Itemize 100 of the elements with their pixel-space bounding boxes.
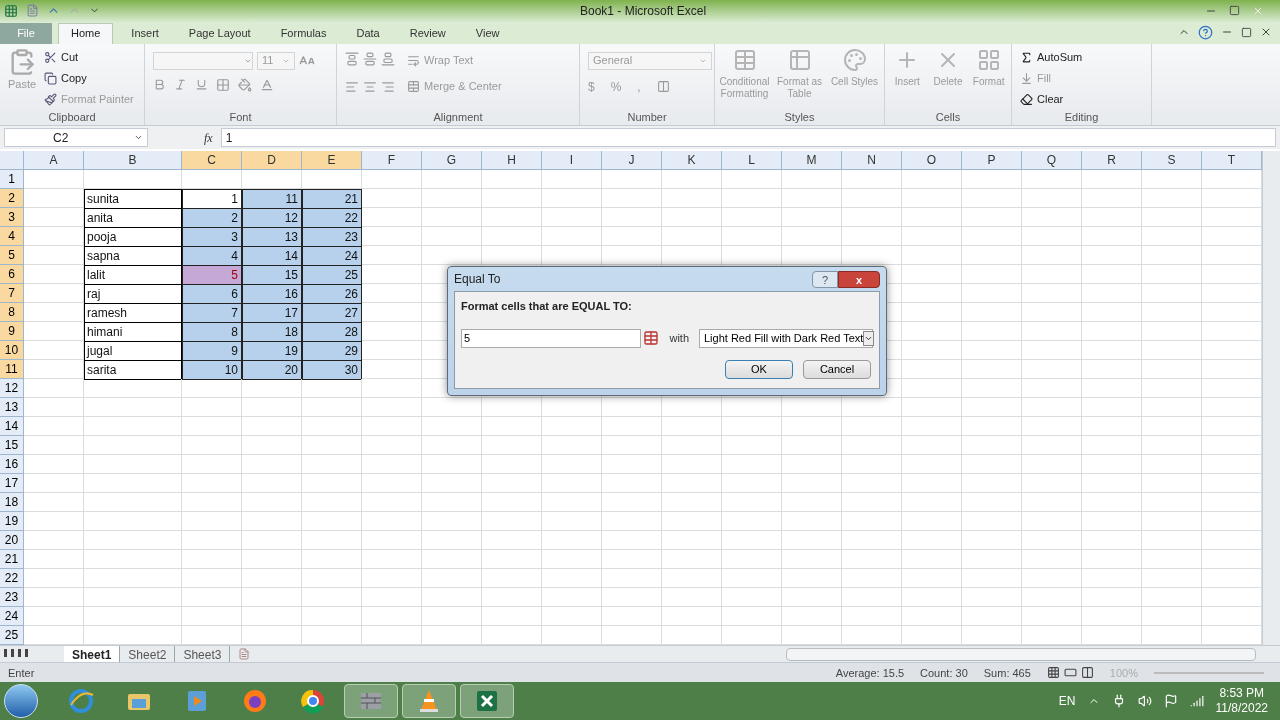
table-cell: 21	[302, 189, 362, 210]
column-header[interactable]: P	[962, 151, 1022, 171]
group-label: Cells	[934, 109, 962, 125]
group-label: Alignment	[432, 109, 484, 125]
table-cell: sarita	[84, 360, 182, 381]
row-header[interactable]: 4	[0, 227, 24, 247]
column-header[interactable]: B	[84, 151, 182, 171]
column-header[interactable]: H	[482, 151, 542, 171]
table-cell: 9	[182, 341, 242, 362]
row-header[interactable]: 25	[0, 626, 24, 646]
ribbon-tab[interactable]: Formulas	[268, 22, 339, 44]
window-title: Book1 - Microsoft Excel	[580, 2, 707, 20]
column-header[interactable]: K	[662, 151, 722, 171]
row-header[interactable]: 13	[0, 398, 24, 418]
column-header[interactable]: E	[302, 151, 362, 171]
table-cell: 18	[242, 322, 302, 343]
sheet-tab[interactable]: Sheet1	[64, 646, 121, 663]
column-header[interactable]: R	[1082, 151, 1142, 171]
close-button[interactable]: x	[838, 270, 880, 288]
ribbon-tab[interactable]: Page Layout	[176, 22, 263, 44]
table-cell: 14	[242, 246, 302, 267]
row-header[interactable]: 8	[0, 303, 24, 323]
value-field[interactable]: 5	[461, 328, 642, 348]
table-cell: 28	[302, 322, 362, 343]
table-cell: pooja	[84, 227, 182, 248]
table-cell: 24	[302, 246, 362, 267]
table-cell: 3	[182, 227, 242, 248]
column-header[interactable]: F	[362, 151, 422, 171]
table-cell: anita	[84, 208, 182, 229]
group-label: Clipboard	[47, 109, 97, 125]
formula-field[interactable]: 1	[220, 128, 1276, 148]
row-header[interactable]: 22	[0, 569, 24, 589]
row-header[interactable]: 11	[0, 360, 24, 380]
row-header[interactable]: 14	[0, 417, 24, 437]
row-header[interactable]: 1	[0, 170, 24, 190]
ribbon-tab[interactable]: Home	[58, 22, 114, 44]
column-header[interactable]: G	[422, 151, 482, 171]
clipboard-button[interactable]: Copy	[44, 68, 134, 88]
table-cell: sunita	[84, 189, 182, 210]
row-header[interactable]: 7	[0, 284, 24, 304]
name-box[interactable]: C2	[4, 128, 148, 148]
row-header[interactable]: 23	[0, 588, 24, 608]
column-header[interactable]: L	[722, 151, 782, 171]
language-indicator[interactable]: EN	[1058, 692, 1076, 711]
table-cell: 2	[182, 208, 242, 229]
column-header[interactable]: S	[1142, 151, 1202, 171]
ribbon-tab[interactable]: Insert	[119, 22, 171, 44]
ribbon-tab[interactable]: Data	[344, 22, 392, 44]
ribbon-tab[interactable]: View	[463, 22, 512, 44]
column-header[interactable]: N	[842, 151, 902, 171]
column-header[interactable]: Q	[1022, 151, 1082, 171]
group-label: Styles	[783, 109, 816, 125]
dialog-button[interactable]: Cancel	[803, 359, 871, 379]
dialog-button[interactable]: OK	[725, 359, 793, 379]
table-cell: 15	[242, 265, 302, 286]
table-cell: 22	[302, 208, 362, 229]
table-cell: 8	[182, 322, 242, 343]
row-header[interactable]: 12	[0, 379, 24, 399]
column-header[interactable]: M	[782, 151, 842, 171]
column-header[interactable]: D	[242, 151, 302, 171]
column-header[interactable]: O	[902, 151, 962, 171]
table-cell: 10	[182, 360, 242, 381]
table-cell: 16	[242, 284, 302, 305]
row-header[interactable]: 17	[0, 474, 24, 494]
row-header[interactable]: 16	[0, 455, 24, 475]
function-label[interactable]: fx	[156, 128, 213, 147]
table-cell: raj	[84, 284, 182, 305]
row-header[interactable]: 6	[0, 265, 24, 285]
column-header[interactable]: T	[1202, 151, 1262, 171]
table-cell: 7	[182, 303, 242, 324]
row-header[interactable]: 3	[0, 208, 24, 228]
row-header[interactable]: 5	[0, 246, 24, 266]
clock-date: 11/8/2022	[1215, 701, 1268, 717]
mode-indicator: Enter	[8, 665, 35, 681]
editing-button[interactable]: AutoSum	[1020, 47, 1143, 67]
format-dropdown[interactable]: Light Red Fill with Dark Red Text	[699, 328, 873, 348]
row-header[interactable]: 24	[0, 607, 24, 627]
column-header[interactable]: I	[542, 151, 602, 171]
table-cell: 20	[242, 360, 302, 381]
column-header[interactable]: C	[182, 151, 242, 171]
editing-button[interactable]: Clear	[1020, 89, 1143, 109]
row-header[interactable]: 15	[0, 436, 24, 456]
row-header[interactable]: 10	[0, 341, 24, 361]
row-header[interactable]: 21	[0, 550, 24, 570]
dialog-prompt: Format cells that are EQUAL TO:	[461, 299, 633, 314]
group-label: Number	[626, 109, 668, 125]
ribbon-tab[interactable]: Review	[397, 22, 458, 44]
row-header[interactable]: 2	[0, 189, 24, 209]
table-cell: 25	[302, 265, 362, 286]
row-header[interactable]: 19	[0, 512, 24, 532]
column-header[interactable]: A	[24, 151, 84, 171]
group-label: Font	[228, 109, 253, 125]
clipboard-button[interactable]: Cut	[44, 47, 134, 67]
row-header[interactable]: 9	[0, 322, 24, 342]
row-header[interactable]: 18	[0, 493, 24, 513]
clock-time: 8:53 PM	[1219, 686, 1265, 702]
column-header[interactable]: J	[602, 151, 662, 171]
row-header[interactable]: 20	[0, 531, 24, 551]
help-button[interactable]: ?	[812, 270, 838, 288]
dialog-title: Equal To	[454, 271, 501, 288]
